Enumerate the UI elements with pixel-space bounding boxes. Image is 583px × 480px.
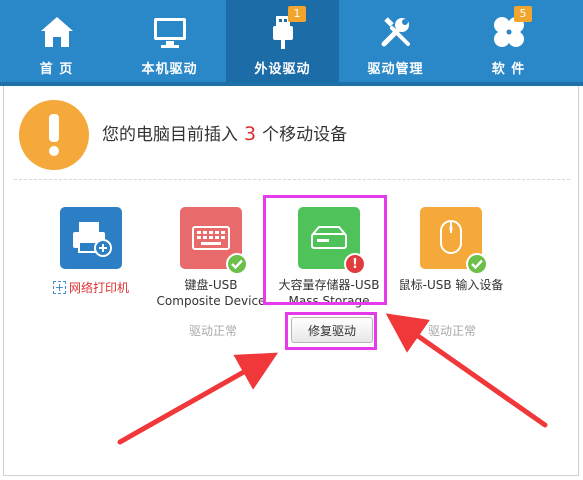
nav-home-label: 首 页 — [39, 62, 74, 77]
divider — [14, 179, 570, 180]
device-network-printer[interactable]: + 网络打印机 — [31, 207, 151, 296]
nav-peripheral-badge: 1 — [288, 6, 306, 22]
headline-prefix: 您的电脑目前插入 — [102, 125, 238, 145]
device-mouse[interactable]: 鼠标-USB 输入设备 — [391, 207, 511, 293]
headline-suffix: 个移动设备 — [262, 125, 348, 145]
mouse-status: 驱动正常 — [428, 324, 477, 338]
nav-software-label: 软 件 — [491, 62, 526, 77]
tools-icon — [376, 14, 416, 50]
keyboard-icon — [180, 207, 248, 275]
mouse-icon — [420, 207, 488, 275]
monitor-icon — [150, 14, 190, 50]
check-icon — [226, 253, 248, 275]
nav-home[interactable]: 首 页 — [0, 0, 113, 82]
device-count: 3 — [244, 123, 257, 145]
nav-local-driver[interactable]: 本机驱动 — [113, 0, 226, 82]
printer-icon — [60, 207, 122, 269]
home-icon — [37, 14, 77, 50]
keyboard-name-line2: Composite Device — [156, 294, 266, 308]
device-keyboard[interactable]: 键盘-USB Composite Device — [151, 207, 271, 309]
nav-driver-manage[interactable]: 驱动管理 — [339, 0, 452, 82]
nav-software[interactable]: 5 软 件 — [452, 0, 565, 82]
nav-local-driver-label: 本机驱动 — [141, 62, 198, 77]
check-icon — [466, 253, 488, 275]
device-count-headline: 您的电脑目前插入 3 个移动设备 — [102, 120, 347, 145]
keyboard-name-line1: 键盘-USB — [184, 278, 238, 292]
nav-peripheral-driver[interactable]: 1 外设驱动 — [226, 0, 339, 82]
highlight-storage-box — [263, 195, 387, 305]
keyboard-status: 驱动正常 — [189, 324, 238, 338]
nav-software-badge: 5 — [514, 6, 532, 22]
plus-icon: + — [52, 281, 66, 294]
highlight-repair-box — [285, 312, 377, 350]
nav-peripheral-driver-label: 外设驱动 — [254, 62, 311, 77]
add-network-printer-link[interactable]: + 网络打印机 — [52, 280, 129, 296]
network-printer-label: 网络打印机 — [68, 280, 129, 295]
exclamation-icon — [19, 100, 89, 170]
top-nav: 首 页 本机驱动 1 外设驱动 驱动管理 5 软 件 — [0, 0, 583, 86]
nav-driver-manage-label: 驱动管理 — [367, 62, 424, 77]
mouse-name: 鼠标-USB 输入设备 — [398, 278, 504, 292]
keyboard-name: 键盘-USB Composite Device — [151, 277, 271, 309]
